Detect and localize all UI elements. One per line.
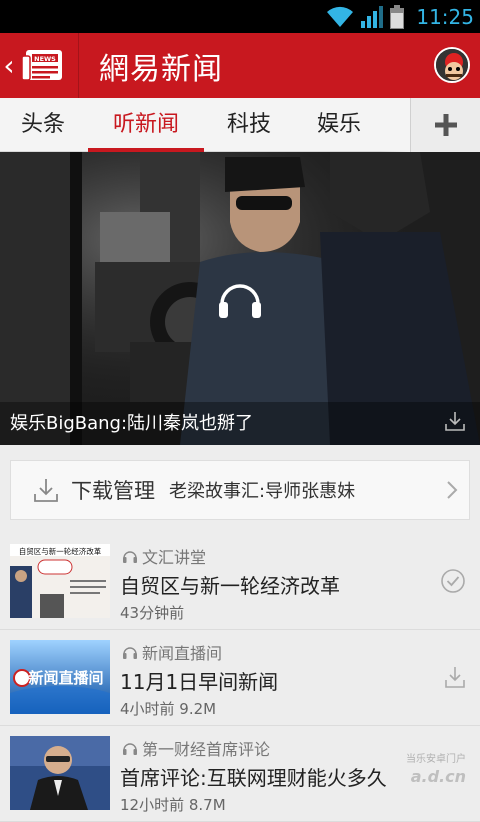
headphone-icon (123, 551, 137, 563)
battery-icon (390, 4, 405, 29)
item-thumbnail-text: 新闻直播间 (28, 669, 103, 687)
item-category-label: 文汇讲堂 (142, 548, 207, 567)
plus-icon (434, 114, 457, 136)
tabs-fade (380, 98, 410, 152)
item-title: 自贸区与新一轮经济改革 (120, 574, 340, 598)
add-tab-button[interactable] (410, 98, 480, 152)
item-category-label: 第一财经首席评论 (142, 740, 271, 759)
item-meta: 43分钟前 (120, 604, 185, 622)
download-icon[interactable] (444, 666, 466, 688)
item-category-label: 新闻直播间 (142, 644, 223, 663)
download-icon[interactable] (444, 411, 466, 431)
wifi-icon (327, 6, 354, 27)
news-logo-icon[interactable]: NEWS (20, 46, 68, 86)
back-chevron-icon[interactable]: ‹ (0, 51, 18, 80)
action-bar: ‹ NEWS 網易新闻 (0, 33, 480, 98)
news-logo-text: NEWS (34, 55, 56, 63)
item-category: 文汇讲堂 (122, 544, 206, 568)
user-avatar[interactable] (434, 47, 470, 83)
item-meta: 12小时前 8.7M (120, 796, 226, 814)
item-thumbnail (10, 736, 110, 810)
downloaded-check-icon[interactable] (440, 568, 466, 594)
item-category: 新闻直播间 (122, 640, 222, 664)
list-item[interactable]: 新闻直播间 新闻直播间 11月1日早间新闻 4小时前 9.2M (0, 630, 480, 726)
download-current-title: 老梁故事汇:导师张惠妹 (169, 481, 356, 502)
tab-headlines[interactable]: 头条 (10, 98, 76, 152)
download-icon (34, 479, 58, 502)
item-thumbnail: 自贸区与新一轮经济改革 (10, 544, 110, 618)
watermark-text: a.d.cn (411, 767, 466, 786)
item-thumbnail-text: 自贸区与新一轮经济改革 (19, 546, 102, 556)
item-thumbnail: 新闻直播间 (10, 640, 110, 714)
signal-icon (361, 5, 384, 28)
status-bar: 11:25 (0, 0, 480, 33)
headphone-icon (123, 647, 137, 659)
app-title: 網易新闻 (99, 51, 223, 87)
watermark-sub: 当乐安卓门户 (406, 752, 466, 765)
clock: 11:25 (416, 4, 474, 29)
item-title: 首席评论:互联网理财能火多久 (120, 766, 387, 790)
item-title: 11月1日早间新闻 (120, 670, 279, 694)
tab-listen-news[interactable]: 听新闻 (88, 98, 204, 152)
list-item[interactable]: 自贸区与新一轮经济改革 文汇讲堂 自贸区与新一轮经济改革 43分钟前 (0, 534, 480, 630)
header-divider (78, 33, 79, 98)
item-meta: 4小时前 9.2M (120, 700, 217, 718)
featured-banner[interactable]: 娱乐BigBang:陆川秦岚也掰了 (0, 152, 480, 445)
site-watermark: 当乐安卓门户 a.d.cn (406, 752, 466, 786)
item-category: 第一财经首席评论 (122, 736, 270, 760)
download-manager-bar[interactable]: 下载管理 老梁故事汇:导师张惠妹 (10, 460, 470, 520)
headphone-play-icon[interactable] (212, 270, 268, 326)
headphone-icon (123, 743, 137, 755)
download-manager-label: 下载管理 (71, 479, 155, 503)
banner-caption: 娱乐BigBang:陆川秦岚也掰了 (10, 413, 254, 434)
tab-tech[interactable]: 科技 (216, 98, 282, 152)
chevron-right-icon (447, 481, 458, 499)
tab-entertainment[interactable]: 娱乐 (306, 98, 372, 152)
